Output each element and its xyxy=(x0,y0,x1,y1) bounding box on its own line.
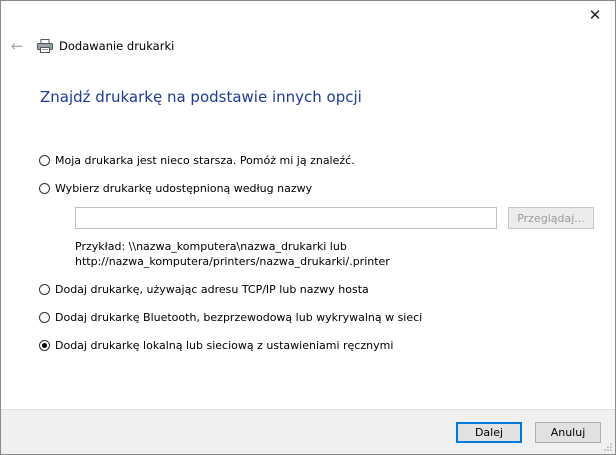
radio-older-printer[interactable] xyxy=(39,154,50,166)
back-button[interactable]: ← xyxy=(7,37,27,55)
close-icon: ✕ xyxy=(588,6,602,24)
radio-bluetooth-wireless[interactable] xyxy=(39,311,50,323)
browse-button[interactable]: Przeglądaj... xyxy=(508,207,594,229)
option-label: Dodaj drukarkę lokalną lub sieciową z us… xyxy=(55,338,394,352)
example-text: Przykład: \\nazwa_komputera\nazwa_drukar… xyxy=(75,239,390,269)
option-bluetooth-wireless[interactable]: Dodaj drukarkę Bluetooth, bezprzewodową … xyxy=(39,309,422,325)
radio-local-manual[interactable] xyxy=(39,339,50,351)
option-older-printer[interactable]: Moja drukarka jest nieco starsza. Pomóż … xyxy=(39,152,355,168)
back-arrow-icon: ← xyxy=(10,37,24,55)
cancel-button[interactable]: Anuluj xyxy=(535,422,601,443)
option-label: Dodaj drukarkę, używając adresu TCP/IP l… xyxy=(55,282,369,296)
option-label: Wybierz drukarkę udostępnioną według naz… xyxy=(55,181,313,195)
radio-tcpip[interactable] xyxy=(39,283,50,295)
example-line-1: Przykład: \\nazwa_komputera\nazwa_drukar… xyxy=(75,240,347,253)
next-button[interactable]: Dalej xyxy=(456,422,522,443)
option-local-manual[interactable]: Dodaj drukarkę lokalną lub sieciową z us… xyxy=(39,337,393,353)
example-line-2: http://nazwa_komputera/printers/nazwa_dr… xyxy=(75,255,390,268)
wizard-title: Dodawanie drukarki xyxy=(59,39,175,53)
close-button[interactable]: ✕ xyxy=(583,5,607,25)
option-label: Moja drukarka jest nieco starsza. Pomóż … xyxy=(55,153,355,167)
radio-shared-by-name[interactable] xyxy=(39,182,50,194)
resize-grip-icon[interactable] xyxy=(603,442,613,452)
page-heading: Znajdź drukarkę na podstawie innych opcj… xyxy=(40,88,362,106)
option-label: Dodaj drukarkę Bluetooth, bezprzewodową … xyxy=(55,310,423,324)
add-printer-window: ✕ ← Dodawanie drukarki Znajdź drukarkę n… xyxy=(0,0,616,455)
wizard-footer: Dalej Anuluj xyxy=(1,409,615,454)
option-shared-by-name[interactable]: Wybierz drukarkę udostępnioną według naz… xyxy=(39,180,312,196)
printer-name-input[interactable] xyxy=(75,207,497,229)
printer-icon xyxy=(37,39,53,53)
wizard-header: ← Dodawanie drukarki xyxy=(1,37,615,57)
option-tcpip[interactable]: Dodaj drukarkę, używając adresu TCP/IP l… xyxy=(39,281,369,297)
